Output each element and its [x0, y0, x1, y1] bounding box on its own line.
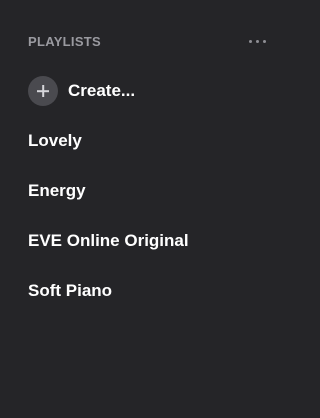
- more-dot: [256, 39, 259, 43]
- playlist-list: Lovely Energy EVE Online Original Soft P…: [28, 128, 189, 328]
- playlist-item-soft-piano[interactable]: Soft Piano: [28, 278, 189, 328]
- playlists-header: PLAYLISTS: [28, 31, 268, 51]
- playlists-panel: PLAYLISTS Create... Lovely Energy EVE On…: [0, 0, 292, 418]
- playlists-title: PLAYLISTS: [28, 33, 102, 49]
- more-options-icon[interactable]: [247, 31, 268, 51]
- more-dot: [263, 39, 266, 43]
- plus-icon: [28, 76, 58, 106]
- create-playlist-button[interactable]: Create...: [28, 76, 135, 106]
- playlist-item-energy[interactable]: Energy: [28, 178, 189, 228]
- playlist-item-eve-online-original[interactable]: EVE Online Original: [28, 228, 189, 278]
- more-dot: [249, 39, 252, 43]
- create-playlist-label: Create...: [68, 81, 136, 100]
- playlist-item-lovely[interactable]: Lovely: [28, 128, 189, 178]
